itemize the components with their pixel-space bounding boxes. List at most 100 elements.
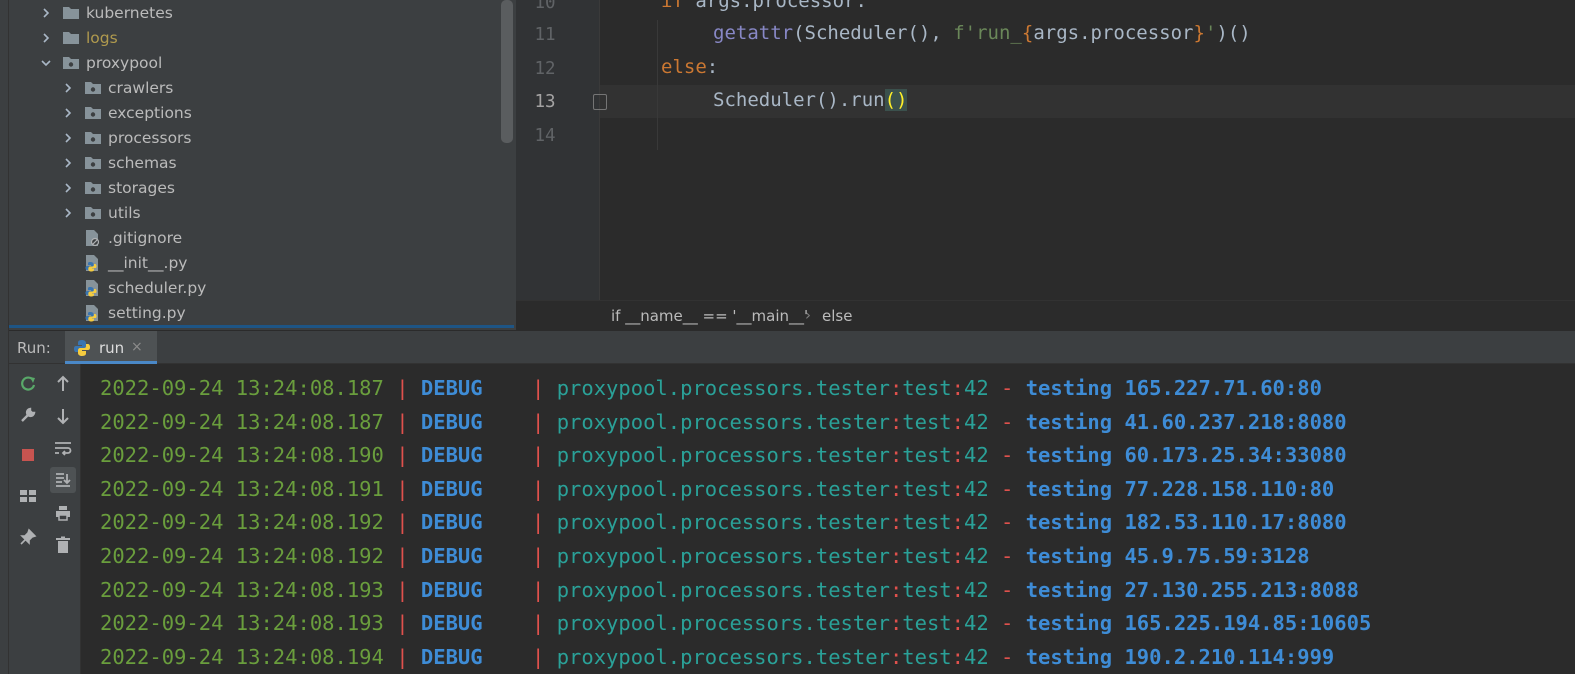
matched-brace: () bbox=[884, 89, 908, 111]
log-line: 2022-09-24 13:24:08.192 | DEBUG | proxyp… bbox=[100, 540, 1310, 573]
log-level: DEBUG bbox=[420, 476, 483, 501]
chevron-right-icon[interactable] bbox=[61, 175, 75, 200]
log-separator: : bbox=[951, 577, 964, 602]
log-separator: : bbox=[951, 376, 964, 400]
log-level: DEBUG bbox=[420, 577, 483, 602]
tree-item[interactable]: setting.py bbox=[9, 300, 499, 325]
chevron-right-icon[interactable] bbox=[61, 125, 75, 150]
tab-run[interactable]: run × bbox=[65, 331, 157, 364]
package-folder-icon bbox=[62, 50, 80, 75]
log-separator: : bbox=[951, 409, 964, 434]
code-editor[interactable]: 10 11 12 13 14 if args.processor: getatt… bbox=[516, 0, 1575, 300]
tree-item-label: crawlers bbox=[108, 78, 174, 97]
log-lineno: 42 bbox=[964, 611, 989, 636]
log-separator: : bbox=[951, 644, 964, 669]
code-token: ' bbox=[1204, 22, 1217, 44]
tree-item[interactable]: .gitignore bbox=[9, 225, 499, 250]
log-separator: | bbox=[383, 510, 421, 535]
log-separator: - bbox=[988, 376, 1026, 400]
tree-item[interactable]: processors bbox=[9, 125, 499, 150]
print-icon[interactable] bbox=[50, 500, 76, 526]
log-module: proxypool.processors.tester bbox=[556, 376, 890, 400]
chevron-right-icon[interactable] bbox=[61, 75, 75, 100]
breadcrumb-item[interactable]: if __name__ == '__main__' bbox=[611, 307, 808, 325]
log-separator: - bbox=[988, 443, 1026, 468]
tree-item-label: __init__.py bbox=[108, 253, 188, 272]
package-folder-icon bbox=[84, 125, 102, 150]
editor-breadcrumb: if __name__ == '__main__' › else bbox=[516, 300, 1575, 331]
soft-wrap-icon[interactable] bbox=[50, 435, 76, 461]
log-separator: | bbox=[383, 443, 421, 468]
log-separator: - bbox=[988, 577, 1026, 602]
project-tree-scrollbar[interactable] bbox=[501, 0, 513, 143]
log-lineno: 42 bbox=[964, 577, 989, 602]
run-tab-label: run bbox=[99, 339, 125, 357]
folder-icon bbox=[62, 25, 80, 50]
tree-item[interactable]: proxypool bbox=[9, 50, 499, 75]
log-separator: | bbox=[383, 611, 421, 636]
log-separator: : bbox=[951, 611, 964, 636]
arrow-up-icon[interactable] bbox=[50, 371, 76, 397]
close-icon[interactable]: × bbox=[131, 339, 143, 355]
stop-icon[interactable] bbox=[15, 442, 41, 468]
log-separator: : bbox=[889, 611, 903, 636]
log-timestamp: 2022-09-24 13:24:08.194 bbox=[100, 644, 384, 669]
log-line: 2022-09-24 13:24:08.192 | DEBUG | proxyp… bbox=[100, 506, 1347, 539]
log-message: testing 60.173.25.34:33080 bbox=[1025, 443, 1347, 468]
project-tree: kubernetes logs proxypool crawlers exception… bbox=[9, 0, 516, 330]
chevron-down-icon[interactable] bbox=[39, 50, 53, 75]
tree-item-label: logs bbox=[86, 28, 118, 47]
tree-item[interactable]: storages bbox=[9, 175, 499, 200]
line-number: 14 bbox=[534, 126, 556, 146]
log-level: DEBUG bbox=[420, 611, 483, 636]
tree-item[interactable]: schemas bbox=[9, 150, 499, 175]
tree-item[interactable]: scheduler.py bbox=[9, 275, 499, 300]
python-icon bbox=[73, 339, 91, 361]
log-separator: : bbox=[889, 443, 903, 468]
pin-icon[interactable] bbox=[15, 524, 41, 550]
log-separator: - bbox=[988, 476, 1026, 501]
log-line: 2022-09-24 13:24:08.194 | DEBUG | proxyp… bbox=[100, 641, 1334, 674]
code-token: { bbox=[1021, 22, 1034, 44]
trash-icon[interactable] bbox=[50, 532, 76, 558]
chevron-right-icon[interactable] bbox=[61, 150, 75, 175]
log-separator: | bbox=[482, 644, 557, 669]
log-separator: : bbox=[951, 476, 964, 501]
log-separator: : bbox=[889, 476, 903, 501]
wrench-icon[interactable] bbox=[15, 402, 41, 428]
run-console[interactable]: 2022-09-24 13:24:08.187 | DEBUG | proxyp… bbox=[82, 364, 1575, 674]
code-token: args.processor: bbox=[683, 0, 867, 12]
log-separator: | bbox=[383, 376, 421, 400]
tree-item[interactable]: exceptions bbox=[9, 100, 499, 125]
log-module: proxypool.processors.tester bbox=[556, 611, 890, 636]
tree-item[interactable]: kubernetes bbox=[9, 0, 499, 25]
log-module: proxypool.processors.tester bbox=[556, 476, 890, 501]
arrow-down-icon[interactable] bbox=[50, 403, 76, 429]
layout-icon[interactable] bbox=[15, 483, 41, 509]
breadcrumb-item[interactable]: else bbox=[822, 307, 852, 325]
log-line: 2022-09-24 13:24:08.191 | DEBUG | proxyp… bbox=[100, 473, 1334, 506]
chevron-right-icon[interactable] bbox=[61, 100, 75, 125]
code-token: (Scheduler(), bbox=[793, 22, 954, 44]
chevron-right-icon[interactable] bbox=[39, 0, 53, 25]
log-line: 2022-09-24 13:24:08.187 | DEBUG | proxyp… bbox=[100, 406, 1347, 439]
code-token: )() bbox=[1216, 22, 1251, 44]
fold-marker-icon[interactable] bbox=[593, 94, 607, 110]
rerun-icon[interactable] bbox=[15, 371, 41, 397]
code-token: : bbox=[706, 56, 719, 78]
tree-item[interactable]: __init__.py bbox=[9, 250, 499, 275]
run-toolbar-primary bbox=[9, 364, 46, 674]
tree-item-label: .gitignore bbox=[108, 228, 183, 247]
tree-item[interactable]: utils bbox=[9, 200, 499, 225]
tree-item[interactable]: crawlers bbox=[9, 75, 499, 100]
tree-divider bbox=[9, 325, 514, 328]
tree-item[interactable]: logs bbox=[9, 25, 499, 50]
scroll-to-end-icon[interactable] bbox=[50, 467, 76, 493]
chevron-right-icon[interactable] bbox=[39, 25, 53, 50]
chevron-right-icon[interactable] bbox=[61, 200, 75, 225]
python-file-icon bbox=[84, 300, 102, 325]
log-module: proxypool.processors.tester bbox=[556, 644, 890, 669]
log-separator: - bbox=[988, 409, 1026, 434]
log-message: testing 182.53.110.17:8080 bbox=[1025, 510, 1347, 535]
package-folder-icon bbox=[84, 175, 102, 200]
